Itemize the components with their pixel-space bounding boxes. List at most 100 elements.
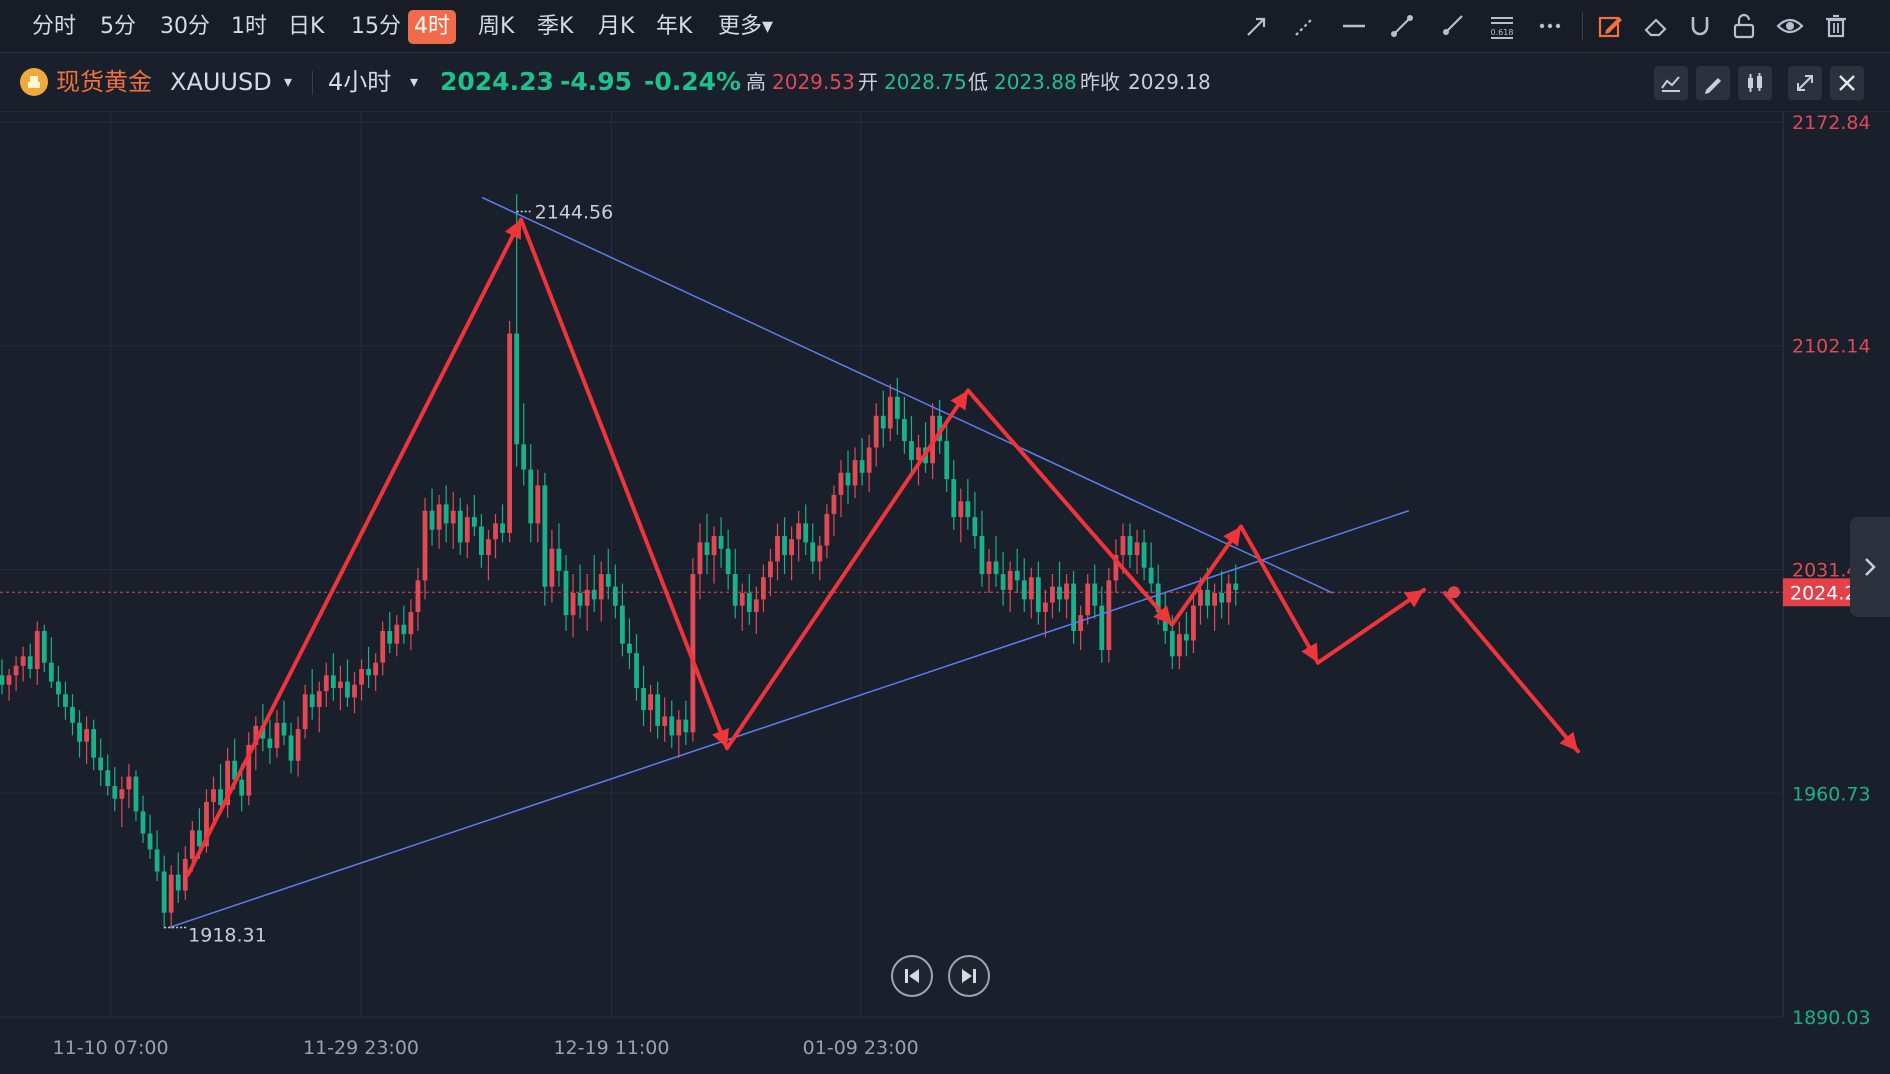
timeframe-tab-2[interactable]: 30分 (154, 10, 216, 44)
candle-body (302, 694, 308, 730)
eye-icon[interactable] (1772, 8, 1808, 44)
candle-body (1092, 583, 1098, 606)
timeframe-tab-9[interactable]: 月K (592, 10, 640, 44)
instrument-name[interactable]: 现货黄金 (56, 67, 152, 97)
high-annotation: 2144.56 (535, 201, 614, 223)
close-button[interactable] (1830, 66, 1864, 100)
candle-body (528, 469, 534, 524)
timeframe-tab-6[interactable]: 4时 (408, 10, 456, 44)
current-price-dot (1448, 586, 1460, 599)
magnet-icon[interactable] (1682, 8, 1718, 44)
candle-body (563, 570, 569, 616)
candle-body (634, 653, 639, 688)
candle-body (1120, 536, 1126, 556)
candle-type-button[interactable] (1738, 66, 1772, 100)
candlestick-chart-svg[interactable]: 2172.842102.142031.441960.731890.0311-10… (0, 112, 1890, 1070)
candle-body (450, 510, 456, 524)
candle-body (457, 510, 463, 543)
period-dropdown-chevron-icon[interactable]: ▾ (410, 67, 418, 97)
y-tick-label: 1890.03 (1792, 1007, 1871, 1029)
candle-body (796, 523, 802, 540)
close-icon (1839, 75, 1855, 91)
candle-body (768, 561, 773, 578)
timeframe-tab-1[interactable]: 5分 (94, 10, 142, 44)
x-tick-label: 12-19 11:00 (553, 1037, 669, 1059)
candle-body (845, 472, 851, 486)
prev-bar-button[interactable] (891, 955, 933, 997)
candle-body (697, 542, 703, 575)
open-label: 开 (858, 70, 878, 94)
low-label: 低 (968, 70, 988, 94)
unlock-icon[interactable] (1726, 8, 1762, 44)
candle-body (852, 460, 858, 486)
horizontal-line-icon[interactable] (1336, 8, 1372, 44)
candle-body (1078, 615, 1084, 632)
instrument-symbol[interactable]: XAUUSD (170, 67, 272, 97)
timeframe-tab-4[interactable]: 日K (282, 10, 330, 44)
candle-body (704, 542, 710, 556)
timeframe-tab-0[interactable]: 分时 (26, 10, 82, 44)
side-panel-toggle[interactable] (1850, 517, 1890, 617)
symbol-dropdown-chevron-icon[interactable]: ▾ (284, 67, 292, 97)
candle-body (189, 830, 195, 859)
candle-body (761, 577, 766, 600)
candle-body (1099, 605, 1105, 650)
candle-body (493, 523, 498, 540)
timeframe-tab-8[interactable]: 季K (531, 10, 579, 44)
candle-body (739, 593, 745, 606)
timeframe-tab-10[interactable]: 年K (650, 10, 698, 44)
candle-body (620, 605, 625, 644)
candle-body (662, 716, 668, 726)
timeframe-tab-5[interactable]: 15分 (345, 10, 407, 44)
candle-body (486, 539, 491, 556)
candle-body (958, 501, 964, 518)
candle-body (471, 517, 477, 527)
next-bar-button[interactable] (948, 955, 990, 997)
candle-body (514, 333, 520, 445)
high-label: 高 (746, 70, 766, 94)
timeframe-tab-11[interactable]: 更多▾ (712, 10, 779, 44)
candle-body (401, 624, 407, 635)
expand-icon (1797, 75, 1813, 91)
candle-body (1021, 580, 1027, 600)
price-change-pct: -0.24% (644, 67, 742, 96)
candle-body (521, 444, 527, 470)
timeframe-toolbar: 分时 5分 30分 1时 日K 15分 4时 周K 季K 月K 年K 更多▾ 0.618 (0, 0, 1890, 53)
edit-icon[interactable] (1592, 8, 1628, 44)
timeframe-tab-3[interactable]: 1时 (225, 10, 273, 44)
price-change: -4.95 (560, 67, 633, 96)
trash-icon[interactable] (1818, 8, 1854, 44)
skip-back-icon (905, 969, 919, 983)
candle-body (197, 830, 202, 847)
candle-body (154, 849, 160, 872)
arrow-line-icon[interactable] (1238, 8, 1274, 44)
candle-body (1043, 602, 1048, 613)
x-tick-label: 11-10 07:00 (53, 1037, 169, 1059)
draw-button[interactable] (1696, 66, 1730, 100)
timeframe-tab-7[interactable]: 周K (472, 10, 520, 44)
line-chart-icon (1661, 76, 1680, 92)
candle-body (556, 548, 562, 571)
fullscreen-button[interactable] (1788, 66, 1822, 100)
more-dots-icon[interactable] (1532, 8, 1568, 44)
eraser-icon[interactable] (1638, 8, 1674, 44)
dashed-line-icon[interactable] (1286, 8, 1322, 44)
period-selector[interactable]: 4小时 (328, 67, 391, 97)
candle-body (112, 786, 118, 799)
candle-body (119, 789, 125, 799)
chart-style-button[interactable] (1654, 66, 1688, 100)
candle-body (577, 593, 583, 606)
ray-icon[interactable] (1434, 8, 1470, 44)
fibonacci-icon[interactable]: 0.618 (1484, 8, 1520, 44)
candle-body (669, 716, 675, 736)
candle-body (711, 536, 717, 556)
plot-area (0, 112, 1783, 1017)
candle-body (866, 447, 872, 473)
candle-body (295, 729, 301, 761)
candle-body (831, 494, 837, 514)
candle-body (70, 706, 75, 723)
segment-icon[interactable] (1384, 8, 1420, 44)
pencil-icon (1705, 78, 1721, 94)
candle-body (979, 536, 985, 575)
price-chart[interactable]: 2172.84 2102.14 2031.44 1960.73 1890.03 11-10… (0, 112, 1890, 1070)
